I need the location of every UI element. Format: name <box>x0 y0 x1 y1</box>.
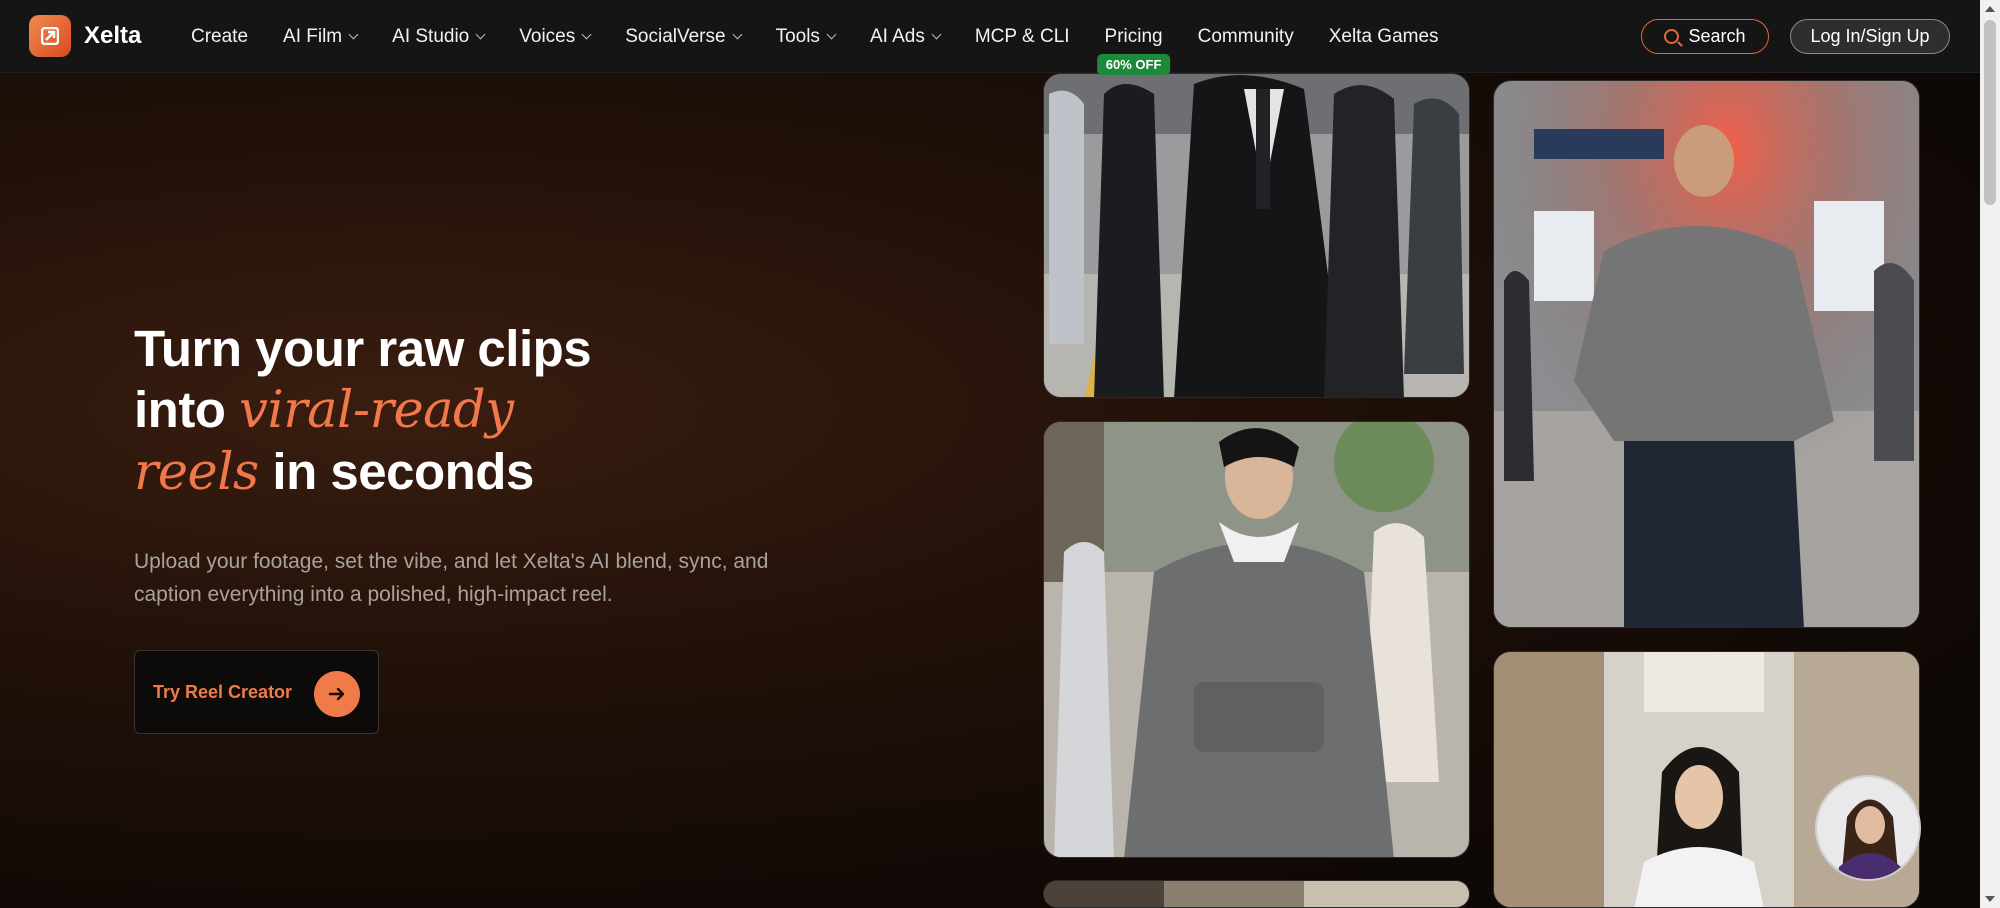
brand-name: Xelta <box>84 22 142 49</box>
chevron-down-icon <box>826 29 837 40</box>
assistant-avatar[interactable] <box>1815 775 1921 881</box>
login-signup-button[interactable]: Log In/Sign Up <box>1790 19 1950 54</box>
menu-label: Voices <box>519 25 576 47</box>
menu-label: MCP & CLI <box>974 25 1070 47</box>
menu-label: SocialVerse <box>625 25 726 47</box>
chevron-down-icon <box>732 29 743 40</box>
headline-line-2-plain: into <box>134 381 226 438</box>
scrollbar-thumb[interactable] <box>1984 20 1996 205</box>
search-label: Search <box>1688 26 1746 46</box>
login-label: Log In/Sign Up <box>1810 26 1930 46</box>
hero-content: Turn your raw clips into viral-ready ree… <box>134 318 834 734</box>
reel-thumbnail-business-crowd[interactable] <box>1043 73 1470 398</box>
discount-badge: 60% OFF <box>1096 53 1171 75</box>
menu-item-pricing[interactable]: Pricing 60% OFF <box>1096 25 1171 75</box>
scroll-down-arrow-icon[interactable] <box>1985 896 1995 902</box>
scroll-up-arrow-icon[interactable] <box>1985 6 1995 12</box>
reel-thumbnail-subway-runner[interactable] <box>1493 80 1920 628</box>
headline-line-1: Turn your raw clips <box>134 320 592 377</box>
search-button[interactable]: Search <box>1641 19 1769 54</box>
menu-label: Xelta Games <box>1328 25 1439 47</box>
chevron-down-icon <box>475 29 486 40</box>
menu-item-socialverse[interactable]: SocialVerse <box>625 25 743 48</box>
cta-label: Try Reel Creator <box>153 681 293 702</box>
chevron-down-icon <box>348 29 359 40</box>
menu-label: AI Studio <box>392 25 470 47</box>
menu-label: Pricing <box>1104 25 1163 47</box>
menu-label: Community <box>1197 25 1294 47</box>
search-icon <box>1664 29 1680 44</box>
arrow-right-icon <box>314 671 360 717</box>
reel-thumbnail-partial[interactable] <box>1043 880 1470 908</box>
xelta-logo-icon <box>29 15 71 57</box>
menu-item-create[interactable]: Create <box>191 26 248 48</box>
menu-item-mcp-cli[interactable]: MCP & CLI <box>975 26 1070 48</box>
headline-line-3-plain: in seconds <box>272 443 534 500</box>
try-reel-creator-button[interactable]: Try Reel Creator <box>134 650 379 734</box>
headline-accent-1: viral-ready <box>239 381 514 440</box>
menu-label: AI Ads <box>869 25 925 47</box>
menu-label: AI Film <box>283 25 343 47</box>
brand[interactable]: Xelta <box>29 15 141 57</box>
chevron-down-icon <box>931 29 942 40</box>
hero-subtitle: Upload your footage, set the vibe, and l… <box>134 550 769 606</box>
menu-item-community[interactable]: Community <box>1198 26 1294 48</box>
menu-item-voices[interactable]: Voices <box>519 25 592 48</box>
reel-thumbnail-hoodie-street[interactable] <box>1043 421 1470 858</box>
menu-item-xelta-games[interactable]: Xelta Games <box>1329 26 1439 48</box>
headline-accent-2: reels <box>134 443 259 502</box>
hero-headline: Turn your raw clips into viral-ready ree… <box>134 318 834 503</box>
chevron-down-icon <box>581 29 592 40</box>
menu-item-ai-film[interactable]: AI Film <box>283 25 359 48</box>
top-navigation: Xelta Create AI Film AI Studio Voices So… <box>0 0 1980 75</box>
main-menu: Create AI Film AI Studio Voices SocialVe… <box>191 0 1474 75</box>
menu-item-ai-studio[interactable]: AI Studio <box>392 25 486 48</box>
menu-item-ai-ads[interactable]: AI Ads <box>869 25 942 48</box>
menu-item-tools[interactable]: Tools <box>775 25 837 48</box>
menu-label: Tools <box>775 25 820 47</box>
menu-label: Create <box>191 25 249 47</box>
page-scrollbar[interactable] <box>1980 0 2000 908</box>
